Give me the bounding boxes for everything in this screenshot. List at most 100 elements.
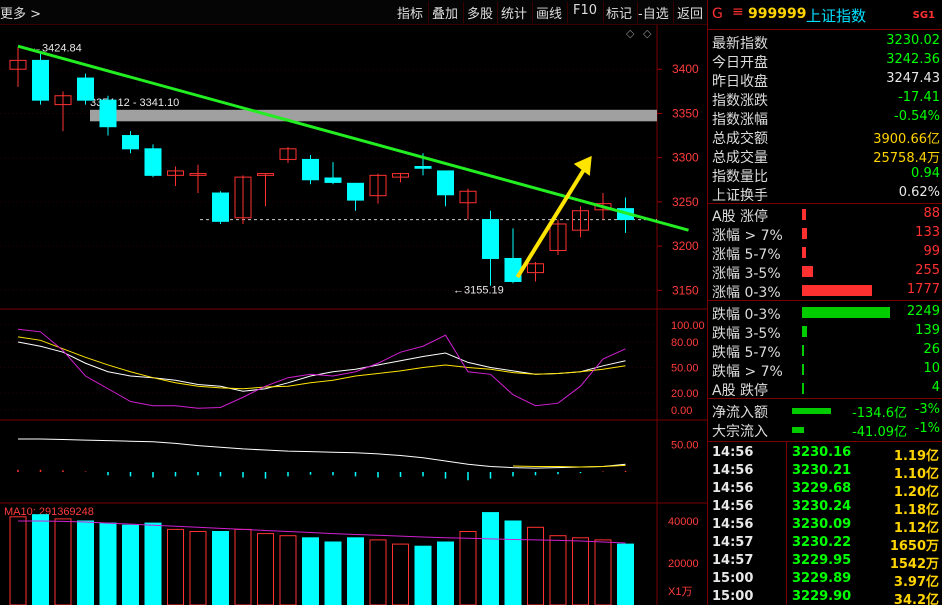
breadth-row: 涨幅 > 7% 133 bbox=[708, 224, 942, 244]
breadth-bar bbox=[802, 266, 813, 277]
breadth-value: 4 bbox=[931, 380, 940, 395]
vol-tick-label: 40000 bbox=[668, 516, 699, 528]
tick-price: 3230.24 bbox=[792, 499, 852, 514]
breadth-label: 涨幅 > 7% bbox=[712, 228, 783, 244]
volume-bar bbox=[347, 537, 364, 605]
volume-bar bbox=[617, 543, 634, 605]
quote-value: 3900.66亿 bbox=[873, 132, 940, 147]
breadth-value: 1777 bbox=[906, 282, 940, 297]
volume-bar bbox=[414, 545, 432, 605]
candle bbox=[302, 158, 319, 181]
quote-header: G ≡ 999999 上证指数 SG1 bbox=[708, 0, 942, 30]
y-tick-label: 3350 bbox=[672, 106, 699, 120]
breadth-value: 2249 bbox=[906, 304, 940, 319]
quote-label: 今日开盘 bbox=[712, 55, 768, 71]
tick-time: 14:57 bbox=[712, 553, 754, 568]
quote-row: 总成交量 25758.4万 bbox=[708, 146, 942, 166]
volume-bar bbox=[212, 531, 229, 605]
quote-panel: G ≡ 999999 上证指数 SG1 最新指数 3230.02 今日开盘 3242.… bbox=[707, 0, 942, 605]
candle bbox=[144, 148, 162, 176]
breadth-row: 涨幅 3-5% 255 bbox=[708, 262, 942, 282]
volume-bar bbox=[279, 535, 297, 605]
flow-pct: -3% bbox=[914, 402, 940, 417]
add-watchlist-button[interactable]: -自选 bbox=[638, 3, 669, 22]
breadth-bar bbox=[802, 247, 806, 258]
candle bbox=[32, 59, 49, 101]
quote-label: 总成交量 bbox=[712, 150, 768, 166]
breadth-bar bbox=[802, 326, 808, 337]
security-name: 上证指数 bbox=[806, 7, 867, 25]
breadth-label: A股 跌停 bbox=[712, 383, 769, 399]
f10-button[interactable]: F10 bbox=[573, 3, 597, 18]
flow-label: 净流入额 bbox=[712, 405, 768, 421]
breadth-row: 跌幅 > 7% 10 bbox=[708, 360, 942, 380]
breadth-bar bbox=[802, 345, 804, 356]
panel-divider bbox=[708, 398, 942, 399]
candle bbox=[99, 99, 117, 128]
quote-row: 今日开盘 3242.36 bbox=[708, 51, 942, 71]
tick-row: 14:57 3230.22 1650万 bbox=[708, 534, 942, 554]
flow-bar bbox=[792, 408, 832, 414]
tick-time: 15:00 bbox=[712, 571, 754, 586]
overlay-button[interactable]: 叠加 bbox=[432, 3, 458, 22]
tick-volume: 34.2亿 bbox=[893, 593, 939, 605]
mark-button[interactable]: 标记 bbox=[606, 3, 632, 22]
tick-time: 14:56 bbox=[712, 445, 754, 460]
oscillator-panel bbox=[17, 328, 626, 409]
breadth-bar bbox=[802, 383, 804, 394]
menu-icon[interactable]: ≡ bbox=[732, 4, 744, 20]
tick-time: 14:56 bbox=[712, 499, 754, 514]
y-tick-label: 3400 bbox=[672, 62, 699, 76]
volume-bar bbox=[189, 531, 207, 605]
multi-stock-button[interactable]: 多股 bbox=[467, 3, 493, 22]
macd-dif-line bbox=[18, 438, 626, 469]
y-tick-label: 3200 bbox=[672, 239, 699, 253]
tick-price: 3229.95 bbox=[792, 553, 852, 568]
macd-panel bbox=[17, 438, 627, 481]
quote-row: 指数涨跌 -17.41 bbox=[708, 89, 942, 109]
tick-row: 14:56 3230.21 1.10亿 bbox=[708, 462, 942, 482]
quote-row: 指数涨幅 -0.54% bbox=[708, 108, 942, 128]
statistics-button[interactable]: 统计 bbox=[501, 3, 527, 22]
breadth-label: A股 涨停 bbox=[712, 209, 769, 225]
kline-chart[interactable]: 3354.12 - 3341.10←3424.84←3155.19 MA10: … bbox=[0, 25, 707, 605]
volume-bar bbox=[32, 514, 49, 605]
quote-row: 昨日收盘 3247.43 bbox=[708, 70, 942, 90]
sg-badge: SG1 bbox=[912, 10, 935, 21]
volume-bar bbox=[437, 541, 454, 605]
toolbar-divider bbox=[603, 2, 604, 23]
breadth-bar bbox=[802, 307, 890, 318]
osc-tick-label: 20.00 bbox=[671, 388, 699, 400]
flow-pct: -1% bbox=[914, 421, 940, 436]
breadth-value: 255 bbox=[915, 263, 940, 278]
breadth-label: 跌幅 > 7% bbox=[712, 364, 783, 380]
volume-bar bbox=[392, 543, 409, 605]
breadth-value: 133 bbox=[915, 225, 940, 240]
volume-bar bbox=[324, 541, 342, 605]
candle bbox=[414, 166, 432, 169]
breadth-value: 139 bbox=[915, 323, 940, 338]
quote-value: 3230.02 bbox=[886, 33, 940, 48]
tick-time: 14:57 bbox=[712, 535, 754, 550]
volume-panel: MA10: 291369248 bbox=[4, 506, 634, 605]
breadth-bar bbox=[802, 285, 873, 296]
back-button[interactable]: 返回 bbox=[677, 3, 703, 22]
tick-price: 3229.68 bbox=[792, 481, 852, 496]
candle bbox=[77, 77, 94, 101]
macd-tick-label: 50.00 bbox=[671, 440, 699, 452]
volume-bar bbox=[369, 539, 387, 605]
draw-line-button[interactable]: 画线 bbox=[536, 3, 562, 22]
flow-label: 大宗流入 bbox=[712, 424, 768, 440]
breadth-row: 跌幅 5-7% 26 bbox=[708, 341, 942, 361]
volume-bar bbox=[9, 516, 27, 605]
breadth-label: 涨幅 5-7% bbox=[712, 247, 781, 263]
breadth-bar bbox=[802, 364, 804, 375]
indicator-button[interactable]: 指标 bbox=[397, 3, 423, 22]
breadth-label: 跌幅 0-3% bbox=[712, 307, 781, 323]
more-menu-button[interactable]: 更多 > bbox=[0, 3, 41, 22]
tick-row: 14:56 3230.09 1.12亿 bbox=[708, 516, 942, 536]
volume-bar bbox=[77, 520, 94, 605]
tick-price: 3229.90 bbox=[792, 589, 852, 604]
tick-price: 3230.21 bbox=[792, 463, 852, 478]
quote-value: 3247.43 bbox=[886, 71, 940, 86]
